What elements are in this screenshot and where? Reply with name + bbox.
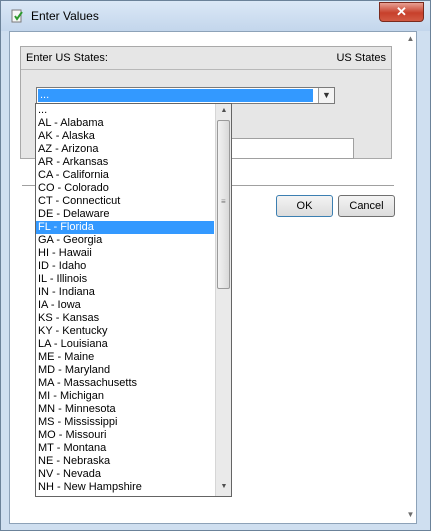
list-item[interactable]: NH - New Hampshire (36, 481, 214, 494)
close-icon: ✕ (396, 4, 407, 19)
list-item[interactable]: MO - Missouri (36, 429, 214, 442)
list-item[interactable]: MT - Montana (36, 442, 214, 455)
list-item[interactable]: CA - California (36, 169, 214, 182)
list-item[interactable]: FL - Florida (36, 221, 214, 234)
list-item[interactable]: MD - Maryland (36, 364, 214, 377)
dialog-window: Enter Values ✕ ▲ ▼ Enter US States: US S… (0, 0, 431, 531)
list-item[interactable]: MS - Mississippi (36, 416, 214, 429)
list-item[interactable]: ID - Idaho (36, 260, 214, 273)
scroll-down-icon[interactable]: ▼ (406, 510, 415, 519)
scroll-up-icon[interactable]: ▲ (406, 34, 415, 43)
list-item[interactable]: IA - Iowa (36, 299, 214, 312)
list-item[interactable]: CT - Connecticut (36, 195, 214, 208)
list-item[interactable]: NE - Nebraska (36, 455, 214, 468)
list-item[interactable]: GA - Georgia (36, 234, 214, 247)
scroll-up-icon[interactable]: ▲ (219, 107, 229, 117)
list-item[interactable]: ME - Maine (36, 351, 214, 364)
list-item[interactable]: NV - Nevada (36, 468, 214, 481)
list-item[interactable]: AR - Arkansas (36, 156, 214, 169)
states-dropdown-list[interactable]: ... AL - Alabama AK - Alaska AZ - Arizona AR… (35, 103, 232, 497)
scrollbar-thumb[interactable]: ≡ (217, 120, 230, 289)
ok-button[interactable]: OK (276, 195, 333, 217)
list-item[interactable]: MI - Michigan (36, 390, 214, 403)
dropdown-scrollbar[interactable]: ▲ ≡ ▼ (215, 104, 231, 496)
close-button[interactable]: ✕ (379, 2, 424, 22)
chevron-down-icon[interactable]: ▼ (318, 88, 334, 103)
title-bar[interactable]: Enter Values ✕ (1, 1, 430, 31)
list-item[interactable]: AK - Alaska (36, 130, 214, 143)
combobox-selected-value: ... (38, 89, 313, 102)
panel-type-label: US States (336, 52, 386, 64)
window-title: Enter Values (31, 9, 99, 23)
list-item[interactable]: MA - Massachusetts (36, 377, 214, 390)
list-item[interactable]: DE - Delaware (36, 208, 214, 221)
list-item[interactable]: IL - Illinois (36, 273, 214, 286)
app-icon (11, 9, 23, 23)
list-item[interactable]: MN - Minnesota (36, 403, 214, 416)
list-item[interactable]: CO - Colorado (36, 182, 214, 195)
grip-icon: ≡ (221, 197, 226, 206)
list-item[interactable]: ... (36, 104, 214, 117)
list-item[interactable]: KS - Kansas (36, 312, 214, 325)
list-item[interactable]: HI - Hawaii (36, 247, 214, 260)
scroll-down-icon[interactable]: ▼ (219, 483, 229, 493)
states-combobox[interactable]: ... ▼ (36, 87, 335, 104)
list-item[interactable]: LA - Louisiana (36, 338, 214, 351)
list-item[interactable]: KY - Kentucky (36, 325, 214, 338)
panel-header: Enter US States: US States (21, 47, 391, 70)
panel-label: Enter US States: (26, 52, 108, 64)
dropdown-items: ... AL - Alabama AK - Alaska AZ - Arizona AR… (36, 104, 214, 494)
list-item[interactable]: IN - Indiana (36, 286, 214, 299)
cancel-button[interactable]: Cancel (338, 195, 395, 217)
list-item[interactable]: AL - Alabama (36, 117, 214, 130)
list-item[interactable]: AZ - Arizona (36, 143, 214, 156)
